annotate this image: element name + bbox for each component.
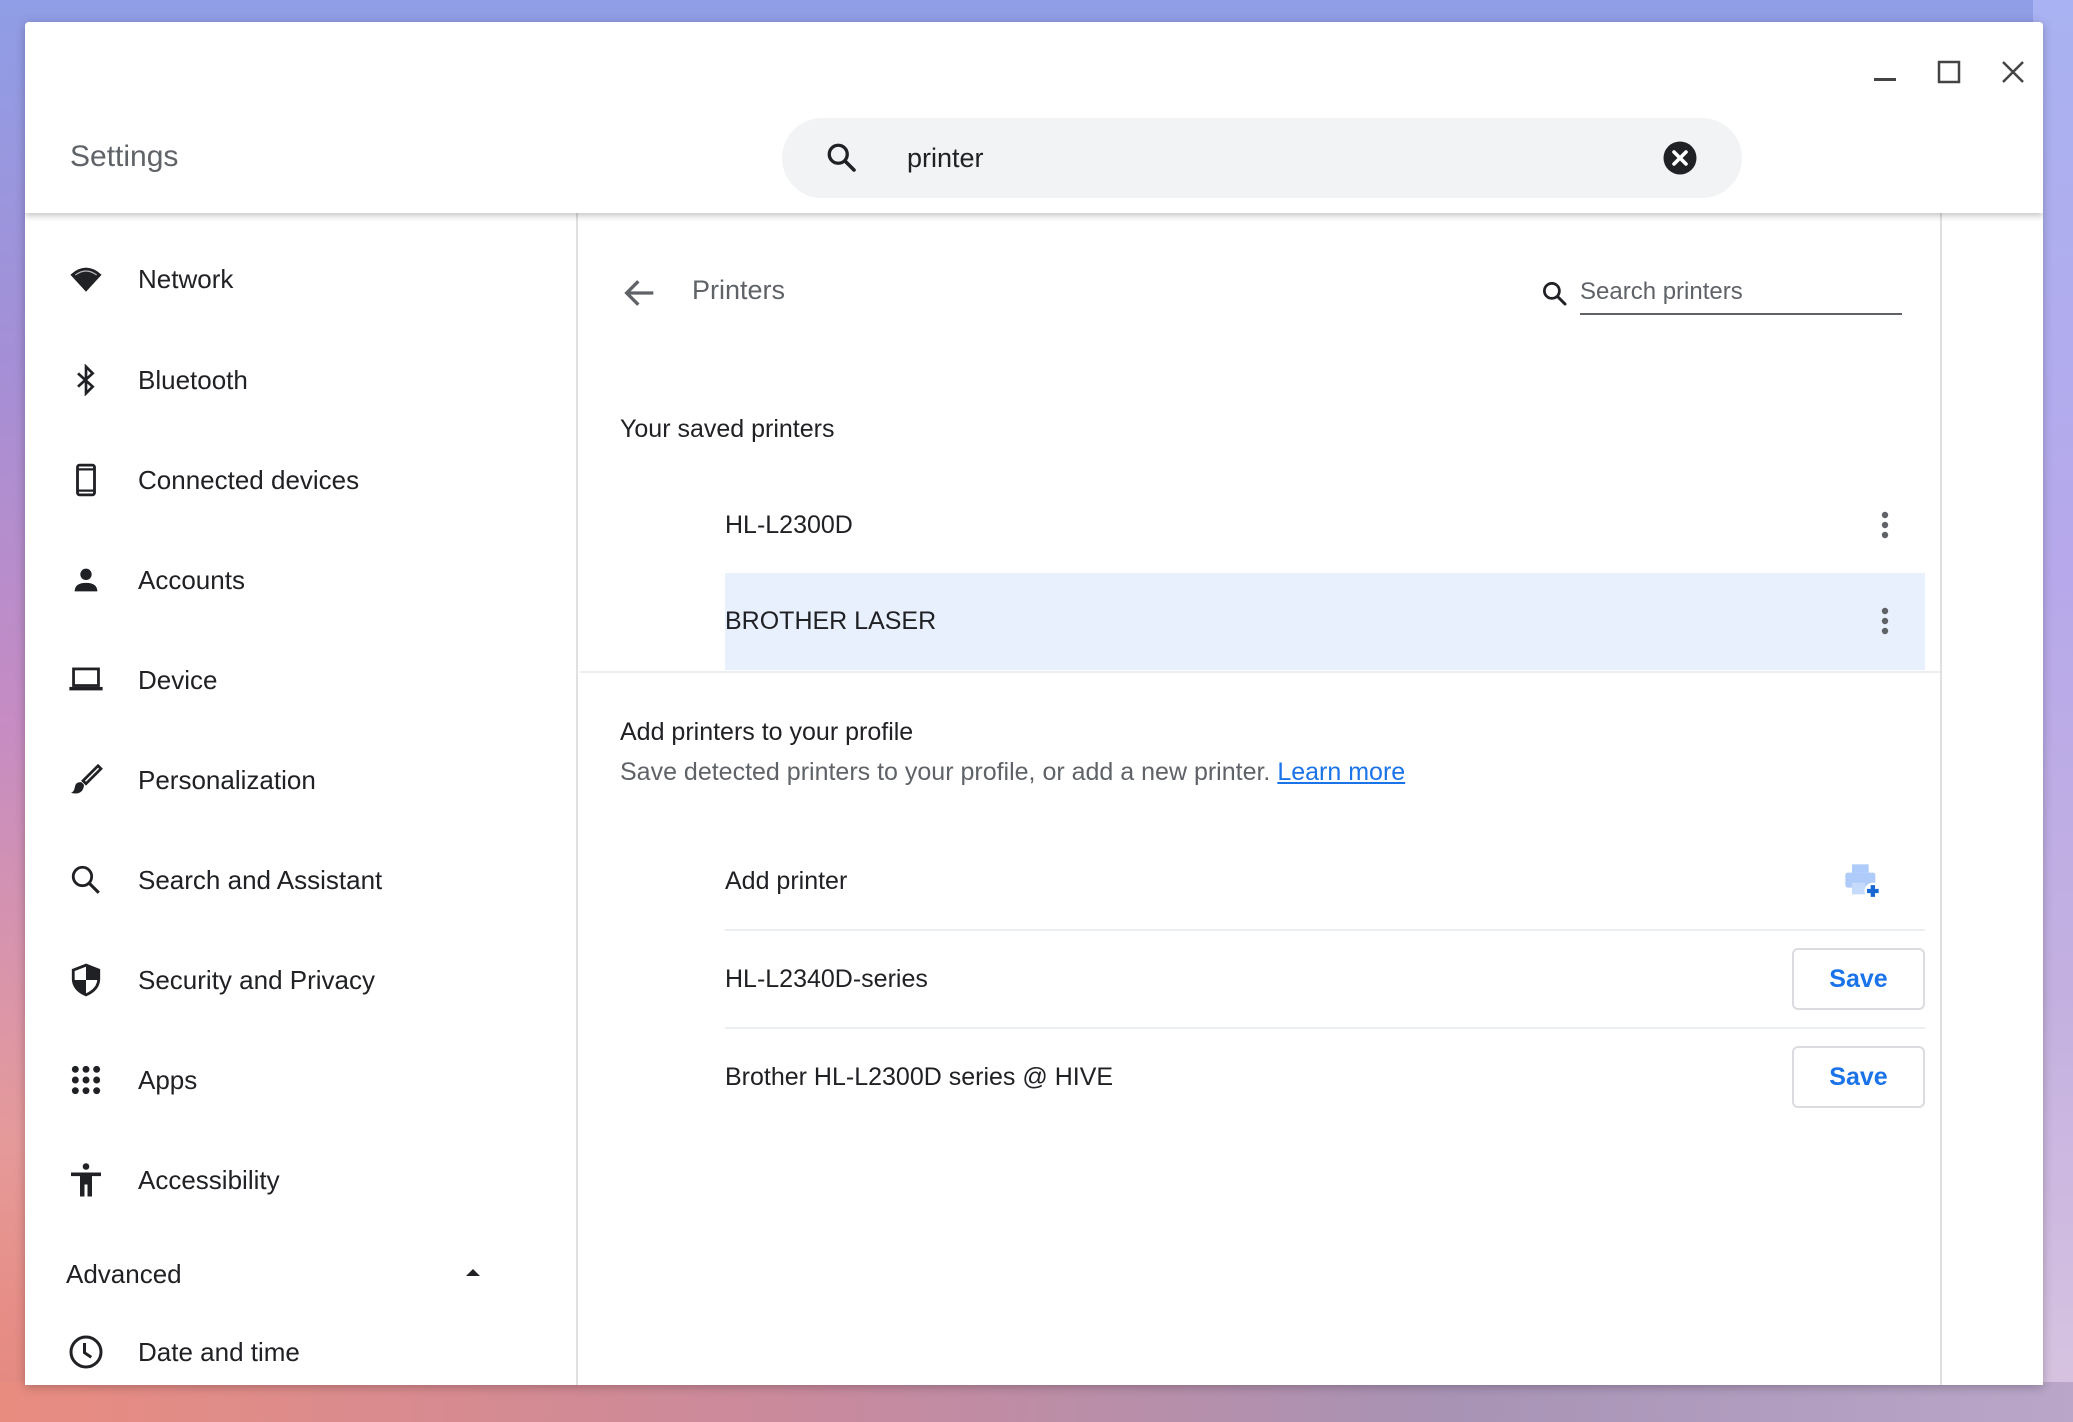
close-button[interactable] — [1991, 50, 2035, 94]
sidebar-item-personalization[interactable]: Personalization — [25, 740, 576, 820]
sidebar-item-label: Search and Assistant — [138, 864, 383, 895]
printer-name: HL-L2300D — [725, 511, 853, 539]
maximize-button[interactable] — [1927, 50, 1971, 94]
add-printer-label: Add printer — [725, 867, 848, 895]
settings-window: Settings printer Network Bluetooth Conne… — [25, 22, 2043, 1385]
phone-icon — [68, 462, 104, 498]
accessibility-icon — [68, 1162, 104, 1198]
laptop-icon — [68, 662, 104, 698]
person-icon — [68, 562, 104, 598]
add-printer-icon[interactable] — [1842, 861, 1882, 901]
advanced-label: Advanced — [66, 1259, 182, 1289]
close-icon — [2002, 61, 2024, 83]
add-printers-description: Save detected printers to your profile, … — [620, 758, 1405, 787]
maximize-icon — [1937, 60, 1961, 84]
more-options-button[interactable] — [1865, 505, 1905, 545]
sidebar-item-label: Apps — [138, 1064, 198, 1095]
printer-name: BROTHER LASER — [725, 607, 937, 635]
search-icon — [68, 862, 104, 898]
clear-search-icon[interactable] — [1662, 140, 1698, 176]
printer-name: HL-L2340D-series — [725, 965, 928, 993]
learn-more-link[interactable]: Learn more — [1277, 758, 1405, 786]
apps-grid-icon — [68, 1062, 104, 1098]
more-vert-icon — [1881, 511, 1889, 539]
search-icon — [1543, 282, 1567, 306]
clock-icon — [68, 1334, 104, 1370]
add-printers-heading: Add printers to your profile — [620, 718, 914, 746]
sidebar-item-bluetooth[interactable]: Bluetooth — [25, 340, 576, 420]
sidebar-item-connected-devices[interactable]: Connected devices — [25, 440, 576, 520]
sidebar-item-label: Accessibility — [138, 1164, 280, 1195]
page-title: Printers — [692, 275, 786, 305]
saved-printers-heading: Your saved printers — [620, 415, 835, 443]
search-input[interactable]: printer — [907, 138, 984, 178]
minimize-button[interactable] — [1863, 50, 1907, 94]
bluetooth-icon — [68, 362, 104, 398]
saved-printer-row-selected[interactable]: BROTHER LASER — [725, 573, 1925, 670]
search-printers-input[interactable] — [1580, 271, 1902, 315]
description-text: Save detected printers to your profile, … — [620, 758, 1271, 786]
printer-name: Brother HL-L2300D series @ HIVE — [725, 1063, 1114, 1091]
sidebar-item-device[interactable]: Device — [25, 640, 576, 720]
sidebar: Network Bluetooth Connected devices Acco… — [25, 213, 578, 1385]
sidebar-item-accessibility[interactable]: Accessibility — [25, 1140, 576, 1220]
sidebar-item-label: Connected devices — [138, 464, 360, 495]
save-printer-button[interactable]: Save — [1792, 1046, 1925, 1108]
sidebar-item-accounts[interactable]: Accounts — [25, 540, 576, 620]
app-title: Settings — [70, 140, 179, 173]
arrow-up-icon — [466, 1269, 480, 1276]
add-printer-row[interactable]: Add printer — [725, 833, 1925, 929]
more-options-button[interactable] — [1865, 601, 1905, 641]
sidebar-item-date-and-time[interactable]: Date and time — [25, 1312, 576, 1385]
saved-printer-row[interactable]: HL-L2300D — [725, 477, 1925, 574]
sidebar-item-label: Bluetooth — [138, 364, 248, 395]
section-divider — [580, 671, 1940, 673]
header: Settings printer — [25, 22, 2043, 213]
brush-icon — [68, 762, 104, 798]
sidebar-item-label: Personalization — [138, 764, 316, 795]
sidebar-item-label: Device — [138, 664, 218, 695]
save-printer-button[interactable]: Save — [1792, 948, 1925, 1010]
sidebar-item-network[interactable]: Network — [25, 239, 576, 319]
sidebar-item-security-and-privacy[interactable]: Security and Privacy — [25, 940, 576, 1020]
more-vert-icon — [1881, 607, 1889, 635]
printers-page: Printers Your saved printers HL-L2300D B… — [580, 213, 1942, 1385]
sidebar-item-apps[interactable]: Apps — [25, 1040, 576, 1120]
sidebar-item-search-and-assistant[interactable]: Search and Assistant — [25, 840, 576, 920]
sidebar-item-label: Date and time — [138, 1336, 300, 1367]
sidebar-item-label: Network — [138, 263, 234, 294]
printer-search[interactable] — [1540, 271, 1905, 317]
minimize-icon — [1874, 78, 1896, 81]
detected-printer-row: Brother HL-L2300D series @ HIVE Save — [725, 1029, 1925, 1125]
wifi-icon — [68, 261, 104, 297]
sidebar-item-label: Security and Privacy — [138, 964, 375, 995]
sidebar-item-label: Accounts — [138, 564, 245, 595]
back-arrow-icon[interactable] — [620, 273, 660, 313]
shield-icon — [68, 962, 104, 998]
wallpaper — [0, 1382, 2073, 1422]
settings-search-bar[interactable]: printer — [782, 118, 1742, 198]
detected-printer-row: HL-L2340D-series Save — [725, 931, 1925, 1027]
search-icon — [827, 143, 856, 172]
advanced-toggle[interactable]: Advanced — [25, 1239, 576, 1309]
